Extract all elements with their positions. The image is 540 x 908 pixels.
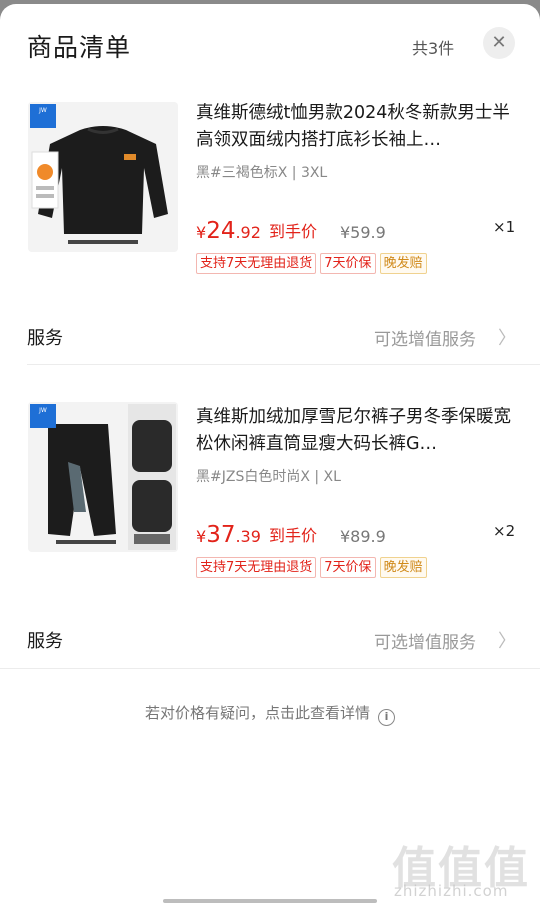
quantity: ×2 — [493, 522, 516, 540]
price-row: ¥24.92 到手价 ¥59.9 — [196, 214, 496, 244]
product-item[interactable]: JW 真维斯加绒加厚雪尼尔裤子男冬季保暖宽松休闲裤直筒显瘦大码长裤G… 黑#JZ… — [0, 396, 540, 596]
final-price: ¥24.92 — [196, 218, 261, 244]
sheet-title: 商品清单 — [27, 33, 132, 62]
product-spec: 黑#JZS白色时尚X | XL — [196, 469, 341, 485]
product-title[interactable]: 真维斯德绒t恤男款2024秋冬新款男士半高领双面绒内搭打底衫长袖上… — [196, 100, 514, 154]
service-value[interactable]: 可选增值服务 — [374, 325, 476, 350]
final-price-label: 到手价 — [269, 526, 318, 545]
item-count: 共3件 — [412, 39, 455, 58]
price-question-link[interactable]: 若对价格有疑问，点击此查看详情 i — [0, 702, 540, 726]
home-indicator[interactable] — [163, 899, 377, 903]
price-row: ¥37.39 到手价 ¥89.9 — [196, 518, 496, 548]
service-value[interactable]: 可选增值服务 — [374, 628, 476, 653]
sheet-header: 商品清单 共3件 ✕ — [0, 4, 540, 84]
tag-price-protect: 7天价保 — [320, 253, 376, 274]
service-tags: 支持7天无理由退货 7天价保 晚发赔 — [196, 557, 431, 579]
service-label: 服务 — [27, 631, 63, 652]
watermark-url: zhizhizhi.com — [394, 882, 509, 900]
original-price: ¥59.9 — [340, 223, 386, 242]
tag-late-compensation: 晚发赔 — [379, 557, 427, 578]
product-image[interactable]: JW — [28, 102, 178, 252]
product-image[interactable]: JW — [28, 402, 178, 552]
quantity: ×1 — [493, 218, 516, 236]
close-button[interactable]: ✕ — [483, 27, 515, 59]
product-list-sheet: 商品清单 共3件 ✕ JW 真维斯德绒t恤男款2024秋冬新款男士半高领双面绒内… — [0, 4, 540, 908]
service-label: 服务 — [27, 328, 63, 349]
product-spec: 黑#三褐色标X | 3XL — [196, 165, 328, 181]
close-icon: ✕ — [491, 32, 507, 53]
chevron-right-icon: 〉 — [498, 328, 516, 349]
divider — [0, 668, 540, 669]
tag-late-compensation: 晚发赔 — [379, 253, 427, 274]
chevron-right-icon: 〉 — [498, 631, 516, 652]
brand-logo: JW — [30, 104, 56, 128]
original-price: ¥89.9 — [340, 527, 386, 546]
tag-return: 支持7天无理由退货 — [196, 557, 317, 578]
price-question-text[interactable]: 若对价格有疑问，点击此查看详情 — [145, 704, 370, 722]
product-title[interactable]: 真维斯加绒加厚雪尼尔裤子男冬季保暖宽松休闲裤直筒显瘦大码长裤G… — [196, 404, 514, 458]
service-row[interactable]: 服务 可选增值服务 〉 — [0, 316, 540, 356]
brand-logo: JW — [30, 404, 56, 428]
service-row[interactable]: 服务 可选增值服务 〉 — [0, 619, 540, 659]
service-tags: 支持7天无理由退货 7天价保 晚发赔 — [196, 253, 431, 275]
tag-price-protect: 7天价保 — [320, 557, 376, 578]
tag-return: 支持7天无理由退货 — [196, 253, 317, 274]
product-item[interactable]: JW 真维斯德绒t恤男款2024秋冬新款男士半高领双面绒内搭打底衫长袖上… 黑#… — [0, 96, 540, 296]
final-price-label: 到手价 — [269, 222, 318, 241]
final-price: ¥37.39 — [196, 522, 261, 548]
divider — [27, 364, 540, 365]
info-icon[interactable]: i — [378, 709, 395, 726]
